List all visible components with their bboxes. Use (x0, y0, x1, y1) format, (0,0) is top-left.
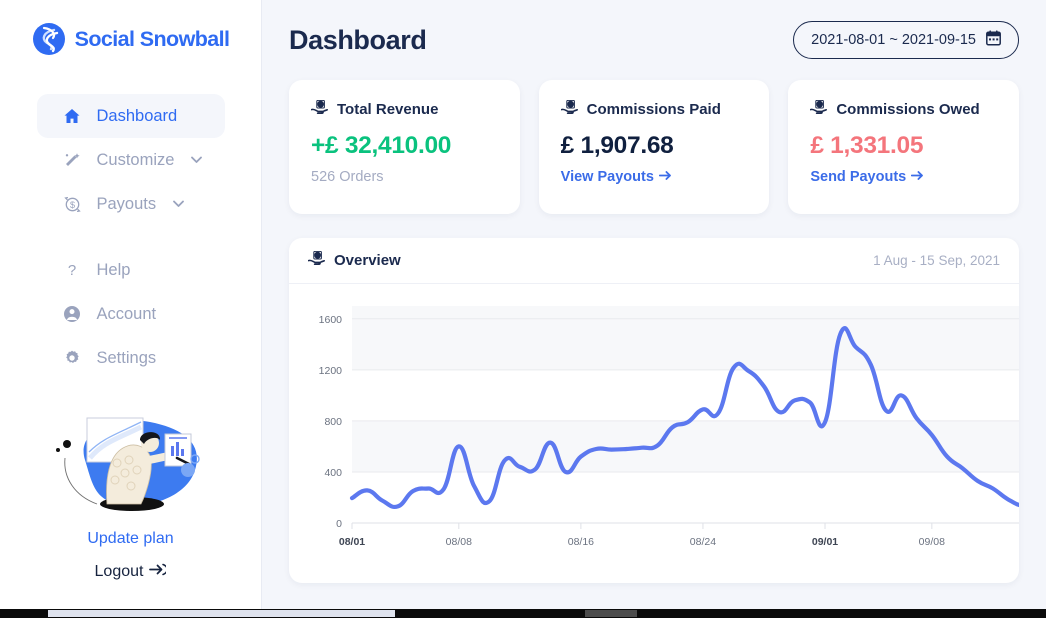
overview-date-label: 1 Aug - 15 Sep, 2021 (873, 253, 1000, 268)
magic-wand-icon (63, 151, 82, 170)
overview-title: Overview (334, 252, 401, 269)
sidebar-item-label: Payouts (96, 194, 157, 213)
sidebar-item-label: Account (96, 304, 157, 323)
person-presenting-chart-illustration (45, 408, 217, 516)
overview-header: Overview 1 Aug - 15 Sep, 2021 (289, 238, 1019, 284)
link-label: Send Payouts (810, 169, 907, 185)
sidebar-item-payouts[interactable]: $ Payouts (37, 182, 225, 226)
scrollbar-thumb[interactable] (48, 610, 395, 617)
stat-cards: Total Revenue +£ 32,410.00 526 Orders Co… (289, 80, 1020, 214)
chevron-down-icon (173, 197, 185, 211)
card-commissions-owed: Commissions Owed £ 1,331.05 Send Payouts (788, 80, 1020, 214)
chevron-down-icon (191, 153, 203, 167)
dollar-refresh-icon: $ (63, 195, 82, 214)
card-title: Commissions Paid (586, 101, 721, 118)
gear-icon (63, 349, 82, 368)
main-content: Dashboard 2021-08-01 ~ 2021-09-15 Total … (262, 0, 1046, 618)
overview-title-group: Overview (307, 250, 401, 270)
overview-chart: 0 400 800 1200 1600 08/01 08/08 08/16 08/24 09/01… (289, 284, 1019, 583)
topbar: Dashboard 2021-08-01 ~ 2021-09-15 (289, 0, 1019, 80)
x-axis-tick-label: 09/01 (812, 536, 838, 548)
update-plan-link[interactable]: Update plan (87, 530, 173, 548)
sidebar-item-dashboard[interactable]: Dashboard (36, 94, 225, 138)
sidebar-item-label: Settings (96, 348, 157, 367)
sidebar-item-label: Customize (96, 150, 175, 169)
svg-text:$: $ (69, 200, 74, 210)
hand-money-icon (560, 99, 578, 119)
card-header: Commissions Owed (810, 99, 997, 119)
app-root: Social Snowball Dashboard Customize $ Pa… (0, 0, 1046, 618)
overview-panel: Overview 1 Aug - 15 Sep, 2021 0 400 800 120… (289, 238, 1019, 583)
home-icon (63, 107, 82, 126)
sidebar-item-account[interactable]: Account (37, 292, 225, 336)
user-circle-icon (63, 305, 82, 324)
brand[interactable]: Social Snowball (32, 22, 230, 56)
line-chart-svg: 0 400 800 1200 1600 08/01 08/08 08/16 08/24 09/01… (319, 306, 1019, 548)
hand-money-icon (310, 99, 328, 119)
horizontal-scrollbar[interactable] (0, 609, 1046, 618)
card-value: +£ 32,410.00 (311, 132, 452, 159)
arrow-right-icon (658, 169, 672, 185)
y-axis-tick-label: 0 (336, 518, 342, 530)
sidebar-item-customize[interactable]: Customize (37, 138, 225, 182)
calendar-icon (986, 30, 1001, 50)
date-range-picker[interactable]: 2021-08-01 ~ 2021-09-15 (793, 21, 1019, 59)
card-value: £ 1,907.68 (560, 132, 674, 159)
card-title: Total Revenue (337, 101, 439, 118)
send-payouts-link[interactable]: Send Payouts (810, 169, 924, 185)
card-subtext: 526 Orders (311, 169, 384, 185)
card-header: Total Revenue (310, 99, 498, 119)
card-title: Commissions Owed (836, 101, 980, 118)
question-mark-icon: ? (63, 261, 82, 280)
logout-label: Logout (94, 563, 144, 580)
card-commissions-paid: Commissions Paid £ 1,907.68 View Payouts (538, 80, 770, 214)
sidebar-item-label: Help (96, 260, 131, 279)
card-value: £ 1,331.05 (810, 132, 924, 159)
x-axis-tick-label: 09/08 (919, 536, 945, 548)
sidebar-nav: Dashboard Customize $ Payouts ? Help Acc… (0, 94, 261, 380)
scrollbar-thumb-secondary[interactable] (585, 610, 637, 617)
card-header: Commissions Paid (560, 99, 748, 119)
x-axis-tick-label: 08/16 (568, 536, 594, 548)
svg-text:?: ? (68, 262, 76, 279)
snowball-logo-icon (32, 22, 66, 56)
x-axis-tick-label: 08/01 (339, 536, 365, 548)
date-range-value: 2021-08-01 ~ 2021-09-15 (811, 32, 976, 48)
brand-name: Social Snowball (74, 26, 230, 51)
page-title: Dashboard (289, 24, 427, 55)
logout-button[interactable]: Logout (94, 562, 169, 582)
logout-arrow-icon (149, 562, 169, 582)
y-axis-tick-label: 800 (324, 416, 342, 428)
x-axis-tick-label: 08/24 (690, 536, 716, 548)
arrow-right-icon (911, 169, 924, 185)
hand-money-icon (810, 99, 828, 119)
card-total-revenue: Total Revenue +£ 32,410.00 526 Orders (289, 80, 520, 214)
x-axis-tick-label: 08/08 (446, 536, 472, 548)
sidebar-item-help[interactable]: ? Help (37, 248, 225, 292)
view-payouts-link[interactable]: View Payouts (561, 169, 672, 185)
y-axis-tick-label: 1200 (319, 365, 343, 377)
sidebar: Social Snowball Dashboard Customize $ Pa… (0, 0, 262, 618)
sidebar-item-label: Dashboard (96, 106, 178, 125)
hand-money-icon (307, 250, 325, 270)
y-axis-tick-label: 400 (324, 467, 342, 479)
sidebar-item-settings[interactable]: Settings (37, 336, 225, 380)
y-axis-tick-label: 1600 (319, 314, 343, 326)
link-label: View Payouts (560, 169, 654, 185)
